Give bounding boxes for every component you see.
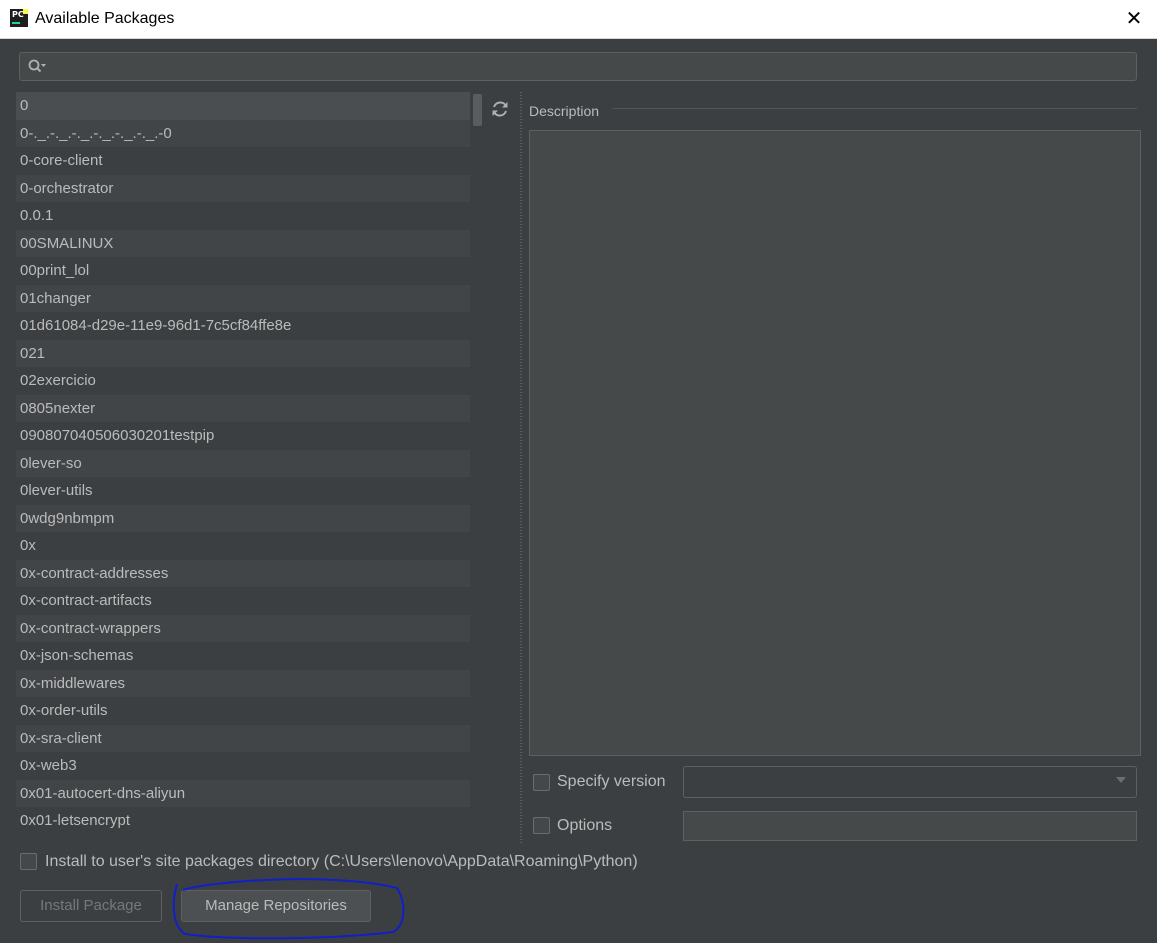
package-list-item[interactable]: 0lever-so [16,449,484,477]
search-icon[interactable] [27,58,47,76]
refresh-icon[interactable] [489,98,511,120]
close-button[interactable]: ✕ [1111,0,1157,38]
options-input[interactable] [683,811,1137,841]
install-user-label: Install to user's site packages director… [45,853,638,870]
package-list-item[interactable]: 0x-sra-client [16,724,484,752]
specify-version-checkbox[interactable] [533,774,550,791]
close-icon: ✕ [1125,8,1143,30]
package-list-item[interactable]: 0.0.1 [16,202,484,230]
title-bar: PC Available Packages ✕ [0,0,1157,39]
install-package-button[interactable]: Install Package [20,890,162,922]
package-list-item[interactable]: 0lever-utils [16,477,484,505]
package-list-item[interactable]: 0-._.-._.-._.-._.-._.-._.-0 [16,119,484,147]
package-list-item[interactable]: 0-core-client [16,147,484,175]
package-list-item[interactable]: 0x-contract-artifacts [16,587,484,615]
package-list-item[interactable]: 0x01-autocert-dns-aliyun [16,779,484,807]
package-list-scrollbar[interactable] [470,92,484,843]
package-list-item[interactable]: 0wdg9nbmpm [16,504,484,532]
package-list-item[interactable]: 01changer [16,284,484,312]
search-field[interactable] [19,52,1137,81]
package-list-item[interactable]: 02exercicio [16,367,484,395]
chevron-down-icon[interactable] [1116,777,1126,783]
package-list-item[interactable]: 0x-contract-wrappers [16,614,484,642]
options-label: Options [557,817,613,834]
package-list-item[interactable]: 0x-middlewares [16,669,484,697]
package-list-item[interactable]: 00print_lol [16,257,484,285]
specify-version-label: Specify version [557,773,666,790]
description-panel [529,130,1141,756]
description-label: Description [529,103,600,119]
panel-splitter[interactable] [516,92,526,843]
package-list[interactable]: 0 0-._.-._.-._.-._.-._.-._.-0 0-core-clien… [16,92,484,843]
options-checkbox[interactable] [533,817,550,834]
package-list-item[interactable]: 0805nexter [16,394,484,422]
package-list-item[interactable]: 0x-web3 [16,752,484,780]
description-separator [612,108,1137,109]
package-list-item[interactable]: 0 [16,92,484,120]
package-list-item[interactable]: 0x-order-utils [16,697,484,725]
package-list-item[interactable]: 00SMALINUX [16,229,484,257]
package-list-item[interactable]: 0x01-letsencrypt [16,807,484,835]
package-list-item[interactable]: 0x-json-schemas [16,642,484,670]
version-select[interactable] [683,766,1137,798]
manage-repositories-button[interactable]: Manage Repositories [181,890,371,922]
package-list-item[interactable]: 0x [16,532,484,560]
package-list-item[interactable]: 01d61084-d29e-11e9-96d1-7c5cf84ffe8e [16,312,484,340]
package-list-item[interactable]: 021 [16,339,484,367]
install-user-checkbox[interactable] [20,853,37,870]
package-list-item[interactable]: 0x-contract-addresses [16,559,484,587]
package-list-item[interactable]: 090807040506030201testpip [16,422,484,450]
scrollbar-thumb[interactable] [473,94,482,126]
window-title: Available Packages [35,10,175,27]
package-list-item[interactable]: 0-orchestrator [16,174,484,202]
pycharm-app-icon: PC [10,9,28,27]
